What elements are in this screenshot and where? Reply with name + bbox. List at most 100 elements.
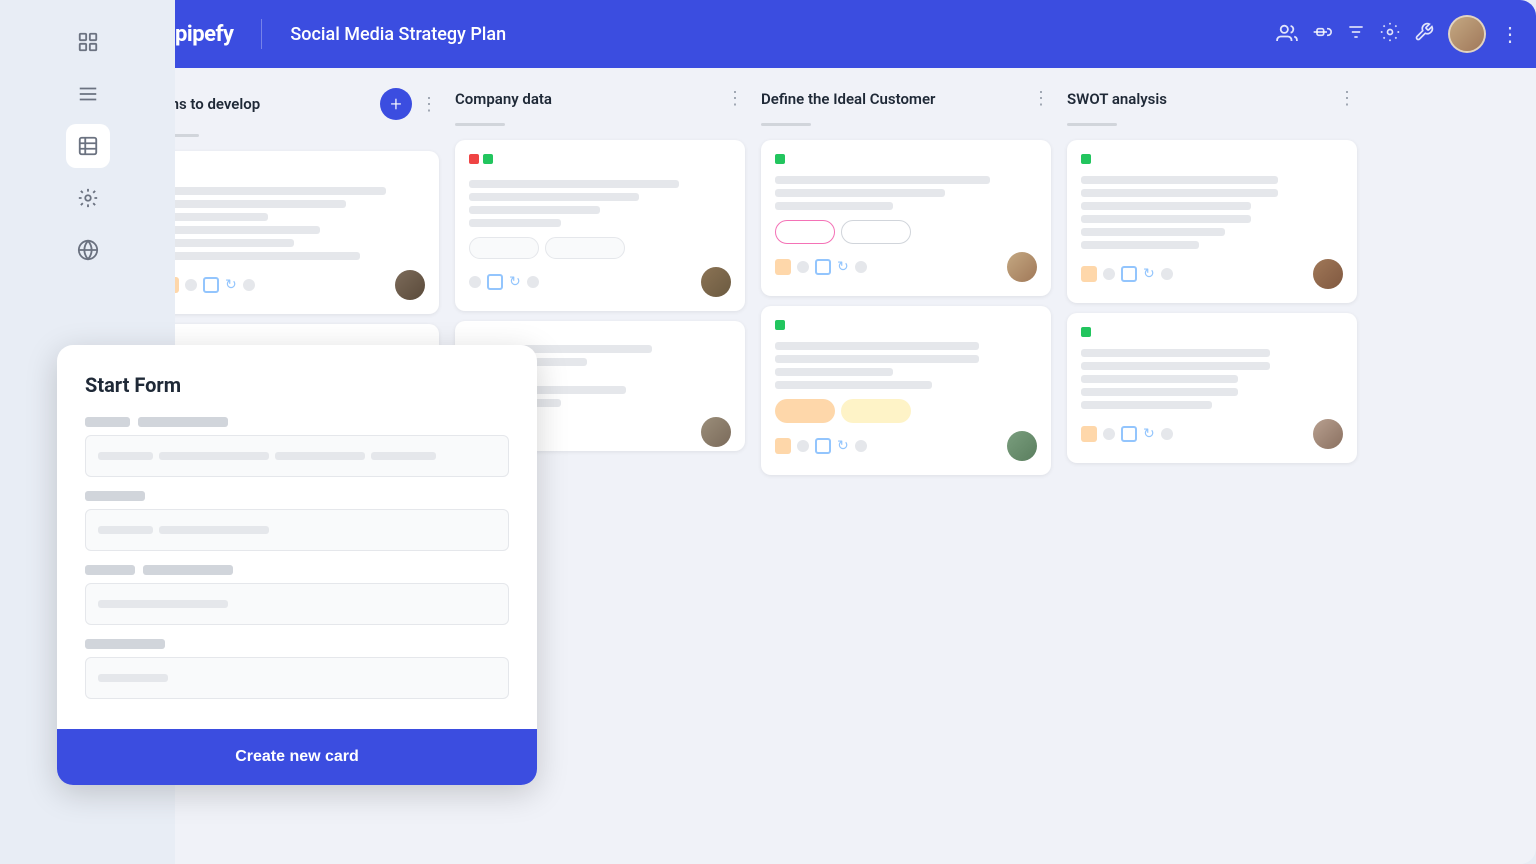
card-footer-8: ↻ (1081, 419, 1343, 449)
form-label-1a (85, 417, 130, 427)
ci15: ↻ (837, 438, 849, 454)
card-icon-2 (185, 279, 197, 291)
card-avatar-1 (395, 270, 425, 300)
card-ideal-1[interactable]: ↻ (761, 140, 1051, 296)
form-field-4 (85, 639, 509, 699)
dot-green-7 (1081, 154, 1091, 164)
user-avatar[interactable] (1448, 15, 1486, 53)
ci19 (1121, 266, 1137, 282)
column-ideal-underline (761, 123, 811, 126)
start-form-content: Start Form (57, 345, 537, 729)
column-plans-title: Plans to develop (149, 95, 372, 113)
column-company-underline (455, 123, 505, 126)
ci20: ↻ (1143, 266, 1155, 282)
card-footer-6: ↻ (775, 431, 1037, 461)
sidebar-item-dashboard[interactable] (66, 20, 110, 64)
card-icons-row: ↻ (163, 277, 255, 293)
card-ideal-2[interactable]: ↻ (761, 306, 1051, 475)
share-icon[interactable] (1312, 22, 1332, 47)
start-form-title: Start Form (85, 373, 509, 397)
ci25: ↻ (1143, 426, 1155, 442)
logo-text: pipefy (175, 22, 233, 47)
more-icon[interactable]: ⋮ (1500, 22, 1520, 46)
column-ideal-header: Define the Ideal Customer ⋮ (761, 84, 1051, 113)
card-company-1[interactable]: ↻ (455, 140, 745, 311)
card-footer-7: ↻ (1081, 259, 1343, 289)
card-avatar-8 (1313, 419, 1343, 449)
card-plans-1[interactable]: ↻ (149, 151, 439, 314)
card-icons-row-3: ↻ (469, 274, 539, 290)
column-company-more[interactable]: ⋮ (726, 88, 745, 109)
filter-icon[interactable] (1346, 22, 1366, 47)
settings-icon[interactable] (1380, 22, 1400, 47)
card-avatar-5 (1007, 252, 1037, 282)
input-sk-3 (275, 452, 365, 460)
input-sk-8 (98, 674, 168, 682)
ci4 (527, 276, 539, 288)
dot-green-5 (775, 154, 785, 164)
form-label-1b (138, 417, 228, 427)
ci10: ↻ (837, 259, 849, 275)
form-field-3 (85, 565, 509, 625)
input-sk-6 (159, 526, 269, 534)
column-plans-add-button[interactable]: + (380, 88, 412, 120)
dot-red (469, 154, 479, 164)
sidebar-item-automation[interactable] (66, 176, 110, 220)
ci17 (1081, 266, 1097, 282)
start-form-overlay: Start Form (57, 345, 537, 785)
card-avatar-7 (1313, 259, 1343, 289)
form-field-1 (85, 417, 509, 477)
input-sk-2 (159, 452, 269, 460)
form-label-3a (85, 565, 135, 575)
people-icon[interactable] (1276, 23, 1298, 46)
form-input-4[interactable] (85, 657, 509, 699)
dot-green-8 (1081, 327, 1091, 337)
sidebar-item-list[interactable] (66, 72, 110, 116)
sidebar-item-table[interactable] (66, 124, 110, 168)
card-avatar-6 (1007, 431, 1037, 461)
badge-pink (775, 220, 835, 244)
badges-row-3 (469, 237, 731, 259)
column-swot-title: SWOT analysis (1067, 90, 1330, 108)
card-lines-7 (1081, 176, 1343, 249)
ci12 (775, 438, 791, 454)
ci23 (1103, 428, 1115, 440)
ci26 (1161, 428, 1173, 440)
column-plans-more[interactable]: ⋮ (420, 94, 439, 115)
tool-icon[interactable] (1414, 22, 1434, 47)
form-label-2 (85, 491, 145, 501)
badge-gray (841, 220, 911, 244)
column-swot-more[interactable]: ⋮ (1338, 88, 1357, 109)
form-input-3[interactable] (85, 583, 509, 625)
card-lines (163, 187, 425, 260)
column-ideal-title: Define the Ideal Customer (761, 90, 1024, 108)
column-company-title: Company data (455, 90, 718, 108)
badge-orange (775, 399, 835, 423)
form-label-row-3 (85, 565, 509, 575)
input-sk-7 (98, 600, 228, 608)
card-avatar-3 (701, 267, 731, 297)
form-label-4 (85, 639, 165, 649)
badge-2 (545, 237, 625, 259)
card-lines-8 (1081, 349, 1343, 409)
card-icon-5 (243, 279, 255, 291)
column-ideal-more[interactable]: ⋮ (1032, 88, 1051, 109)
form-input-2[interactable] (85, 509, 509, 551)
card-swot-2[interactable]: ↻ (1067, 313, 1357, 463)
card-avatar-4 (701, 417, 731, 447)
card-icons-8: ↻ (1081, 426, 1173, 442)
ci13 (797, 440, 809, 452)
create-new-card-button[interactable]: Create new card (57, 729, 537, 785)
card-footer-3: ↻ (469, 267, 731, 297)
card-swot-1[interactable]: ↻ (1067, 140, 1357, 303)
card-dots-row (469, 154, 731, 172)
sidebar-item-globe[interactable] (66, 228, 110, 272)
ci21 (1161, 268, 1173, 280)
form-input-1[interactable] (85, 435, 509, 477)
input-sk-4 (371, 452, 436, 460)
card-lines-5 (775, 176, 1037, 210)
ci7 (775, 259, 791, 275)
logo: pipefy Social Media Strategy Plan (153, 19, 506, 49)
form-label-row-4 (85, 639, 509, 649)
column-swot: SWOT analysis ⋮ (1067, 84, 1357, 848)
